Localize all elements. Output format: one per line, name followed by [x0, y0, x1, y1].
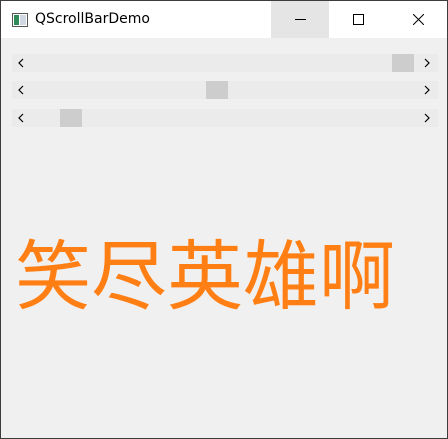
scroll-left-button[interactable]: [12, 81, 32, 99]
title-bar: QScrollBarDemo: [1, 1, 447, 38]
scrollbar-handle[interactable]: [392, 54, 414, 72]
minimize-icon: [295, 19, 306, 20]
scrollbar-2[interactable]: [12, 81, 438, 99]
maximize-button[interactable]: [329, 1, 387, 38]
chevron-right-icon: [424, 58, 430, 68]
chevron-left-icon: [18, 58, 24, 68]
maximize-icon: [353, 14, 364, 25]
scrollbar-3[interactable]: [12, 109, 438, 127]
scroll-left-button[interactable]: [12, 54, 32, 72]
scroll-right-button[interactable]: [418, 54, 438, 72]
scrollbar-track[interactable]: [32, 81, 418, 99]
colored-text-label: 笑尽英雄啊: [15, 232, 395, 321]
scrollbar-1[interactable]: [12, 54, 438, 72]
main-window: QScrollBarDemo 笑尽英雄啊: [0, 0, 448, 439]
scrollbar-track[interactable]: [32, 54, 418, 72]
scroll-left-button[interactable]: [12, 109, 32, 127]
scroll-right-button[interactable]: [418, 81, 438, 99]
close-icon: [413, 14, 424, 25]
window-title: QScrollBarDemo: [35, 11, 150, 27]
scrollbar-handle[interactable]: [60, 109, 82, 127]
chevron-left-icon: [18, 113, 24, 123]
minimize-button[interactable]: [271, 1, 329, 38]
close-button[interactable]: [389, 1, 447, 38]
qt-window-icon: [12, 12, 28, 27]
scrollbar-track[interactable]: [32, 109, 418, 127]
scrollbar-handle[interactable]: [206, 81, 228, 99]
chevron-left-icon: [18, 85, 24, 95]
chevron-right-icon: [424, 85, 430, 95]
scroll-right-button[interactable]: [418, 109, 438, 127]
chevron-right-icon: [424, 113, 430, 123]
